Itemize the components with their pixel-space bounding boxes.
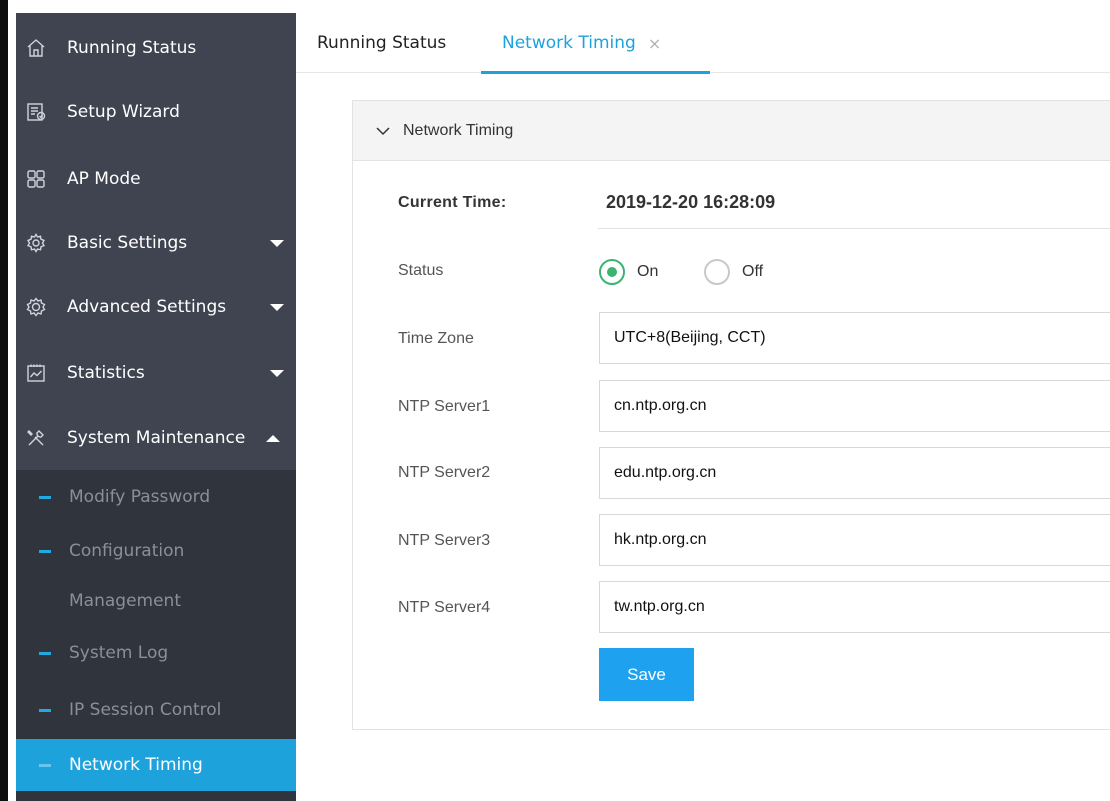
submenu-item-label: System Log bbox=[69, 643, 169, 663]
radio-label: Off bbox=[742, 263, 764, 280]
network-timing-panel: Network Timing Current Time: 2019-12-20 … bbox=[352, 100, 1110, 730]
sidebar-item-label: Statistics bbox=[67, 363, 145, 383]
wizard-icon bbox=[25, 101, 47, 123]
time-zone-label: Time Zone bbox=[398, 330, 474, 347]
radio-label: On bbox=[637, 263, 659, 280]
tools-icon bbox=[25, 427, 47, 449]
submenu-item-configuration[interactable]: Configuration bbox=[16, 524, 296, 578]
gear-icon bbox=[25, 232, 47, 254]
submenu-item-label: Configuration bbox=[69, 541, 185, 561]
panel-title: Network Timing bbox=[403, 121, 514, 139]
sidebar-item-label: Basic Settings bbox=[67, 233, 188, 253]
sidebar-item-label: Advanced Settings bbox=[67, 297, 227, 317]
submenu-item-label: IP Session Control bbox=[69, 700, 222, 720]
submenu-item-label: Management bbox=[69, 591, 181, 611]
panel-header[interactable]: Network Timing bbox=[353, 101, 1110, 161]
dash-marker-icon bbox=[39, 708, 51, 712]
active-tab-indicator bbox=[481, 71, 710, 74]
sidebar-item-label: Running Status bbox=[67, 38, 197, 58]
radio-unchecked-icon bbox=[704, 259, 730, 285]
status-on-radio[interactable]: On bbox=[599, 259, 658, 285]
background-window-strip bbox=[0, 0, 8, 801]
sidebar-item-label: Setup Wizard bbox=[67, 102, 180, 122]
radio-checked-icon bbox=[599, 259, 625, 285]
tab-label: Running Status bbox=[317, 33, 447, 53]
sidebar-item-label: AP Mode bbox=[67, 169, 141, 189]
sidebar-item-setup-wizard[interactable]: Setup Wizard bbox=[16, 79, 296, 145]
chevron-down-icon bbox=[376, 127, 390, 136]
advanced-gear-icon bbox=[25, 296, 47, 318]
sidebar-item-advanced-settings[interactable]: Advanced Settings bbox=[16, 274, 296, 340]
ntp-server4-input[interactable]: tw.ntp.org.cn bbox=[599, 581, 1110, 633]
submenu-item-modify-password[interactable]: Modify Password bbox=[16, 470, 296, 524]
sidebar-item-system-maintenance[interactable]: System Maintenance bbox=[16, 405, 296, 471]
sidebar-item-basic-settings[interactable]: Basic Settings bbox=[16, 210, 296, 276]
tab-running-status[interactable]: Running Status bbox=[317, 13, 446, 73]
chevron-down-icon bbox=[270, 239, 284, 247]
sidebar-item-statistics[interactable]: Statistics bbox=[16, 340, 296, 406]
chart-icon bbox=[25, 362, 47, 384]
sidebar-item-running-status[interactable]: Running Status bbox=[16, 15, 296, 81]
current-time-value: 2019-12-20 16:28:09 bbox=[606, 192, 776, 212]
ntp-server3-label: NTP Server3 bbox=[398, 532, 491, 549]
submenu-item-management[interactable]: Management bbox=[16, 578, 296, 624]
submenu-item-network-timing[interactable]: Network Timing bbox=[16, 739, 296, 791]
ntp-server1-input[interactable]: cn.ntp.org.cn bbox=[599, 380, 1110, 432]
save-button[interactable]: Save bbox=[599, 648, 694, 701]
dash-marker-icon bbox=[39, 495, 51, 499]
sidebar: Running Status Setup Wizard AP Mode Basi… bbox=[16, 13, 296, 801]
dash-marker-icon bbox=[39, 763, 51, 767]
submenu-item-label: Network Timing bbox=[69, 755, 203, 775]
tab-label: Network Timing bbox=[502, 33, 636, 53]
ntp-server4-label: NTP Server4 bbox=[398, 599, 491, 616]
dash-marker-icon bbox=[39, 549, 51, 553]
close-icon[interactable]: × bbox=[648, 34, 661, 53]
chevron-down-icon bbox=[270, 303, 284, 311]
home-icon bbox=[25, 37, 47, 59]
sidebar-item-ap-mode[interactable]: AP Mode bbox=[16, 146, 296, 212]
divider bbox=[598, 228, 1110, 229]
submenu-item-system-log[interactable]: System Log bbox=[16, 624, 296, 682]
current-time-label: Current Time: bbox=[398, 194, 507, 211]
background-window-edge bbox=[0, 0, 16, 801]
tab-bar: Running Status Network Timing × bbox=[296, 13, 1110, 74]
submenu-item-label: Modify Password bbox=[69, 487, 211, 507]
ntp-server2-label: NTP Server2 bbox=[398, 464, 491, 481]
tab-network-timing[interactable]: Network Timing × bbox=[481, 13, 710, 74]
grid-icon bbox=[25, 168, 47, 190]
sidebar-item-label: System Maintenance bbox=[67, 428, 246, 448]
chevron-down-icon bbox=[270, 369, 284, 377]
chevron-up-icon bbox=[266, 434, 280, 442]
status-label: Status bbox=[398, 262, 444, 279]
submenu-item-ip-session-control[interactable]: IP Session Control bbox=[16, 682, 296, 738]
dash-marker-icon bbox=[39, 651, 51, 655]
ntp-server1-label: NTP Server1 bbox=[398, 398, 491, 415]
ntp-server3-input[interactable]: hk.ntp.org.cn bbox=[599, 514, 1110, 566]
system-maintenance-submenu: Modify Password Configuration Management… bbox=[16, 470, 296, 801]
time-zone-select[interactable]: UTC+8(Beijing, CCT) bbox=[599, 312, 1110, 364]
status-off-radio[interactable]: Off bbox=[704, 259, 763, 285]
ntp-server2-input[interactable]: edu.ntp.org.cn bbox=[599, 447, 1110, 499]
